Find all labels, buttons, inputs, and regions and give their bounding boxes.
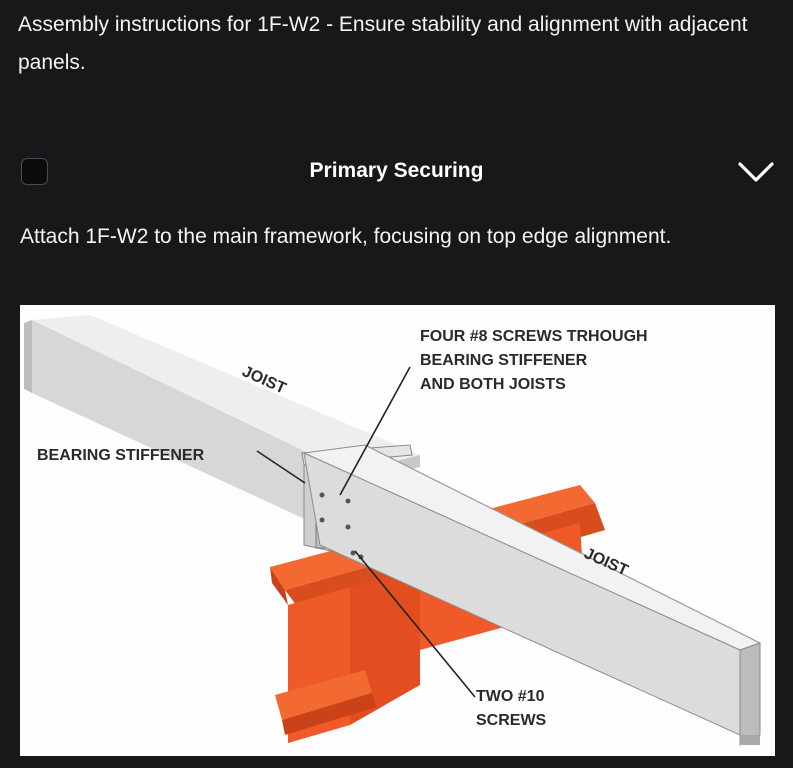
label-two-screws-1: TWO #10 <box>476 688 545 705</box>
section-title: Primary Securing <box>309 159 484 182</box>
intro-text: Assembly instructions for 1F-W2 - Ensure… <box>18 13 748 74</box>
chevron-down-icon[interactable] <box>737 158 775 186</box>
label-four-screws-3: AND BOTH JOISTS <box>420 376 566 393</box>
label-four-screws-1: FOUR #8 SCREWS TRHOUGH <box>420 328 648 345</box>
section-description: Attach 1F-W2 to the main framework, focu… <box>20 225 672 248</box>
label-four-screws-2: BEARING STIFFENER <box>420 352 588 369</box>
label-two-screws-2: SCREWS <box>476 712 547 729</box>
page: Assembly instructions for 1F-W2 - Ensure… <box>0 0 793 768</box>
assembly-diagram: JOIST BEARING STIFFENER FOUR #8 SCREWS T… <box>20 305 775 756</box>
joist-connection-illustration: JOIST BEARING STIFFENER FOUR #8 SCREWS T… <box>24 315 762 746</box>
label-bearing-stiffener: BEARING STIFFENER <box>37 447 205 464</box>
section-header[interactable]: Primary Securing <box>0 150 793 196</box>
